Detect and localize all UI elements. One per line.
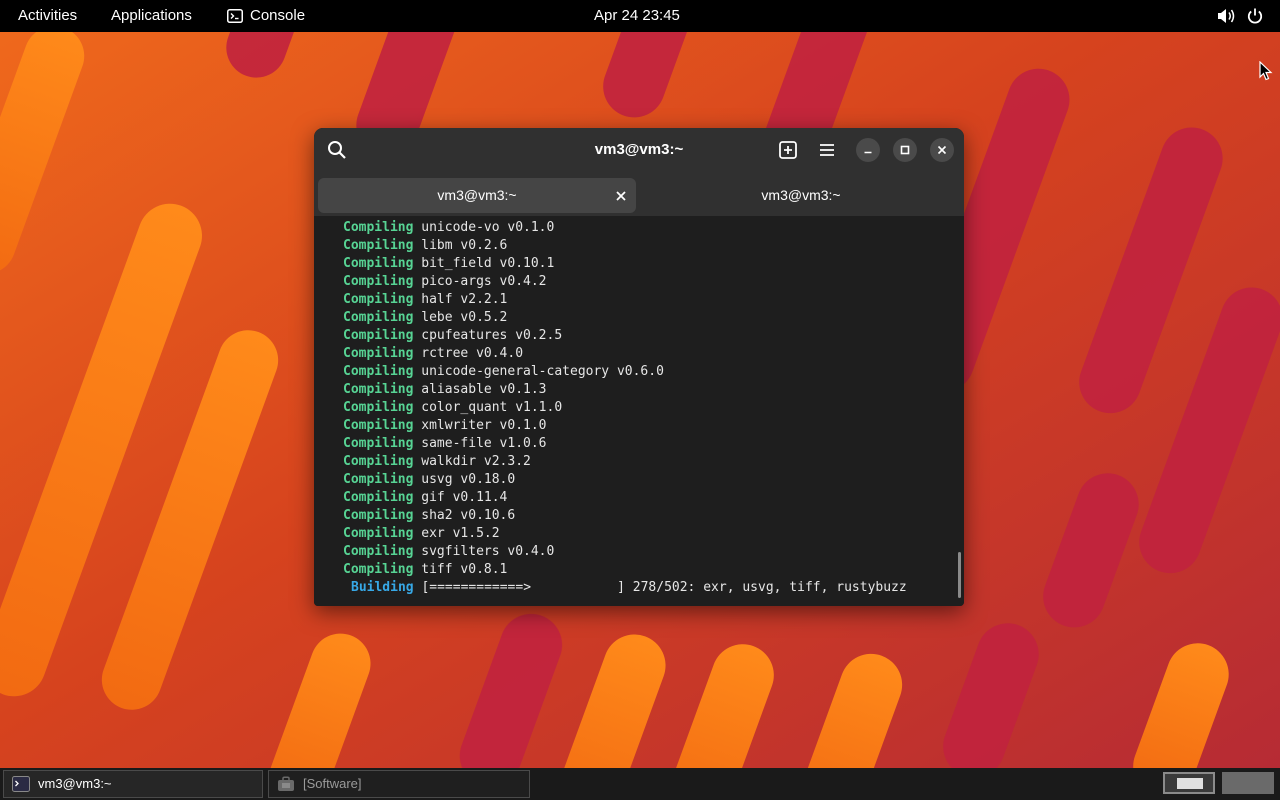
taskbar-item-terminal[interactable]: vm3@vm3:~ <box>3 770 263 798</box>
terminal-line: Compiling usvg v0.18.0 <box>343 472 516 487</box>
terminal-icon <box>12 776 30 792</box>
workspace-2[interactable] <box>1222 772 1274 794</box>
tab-2-label: vm3@vm3:~ <box>761 187 841 203</box>
minimize-icon <box>864 151 872 154</box>
terminal-line: Compiling color_quant v1.1.0 <box>343 400 563 415</box>
terminal-line: Compiling unicode-vo v0.1.0 <box>343 220 555 235</box>
workspace-window-thumbnail <box>1177 778 1203 789</box>
console-label: Console <box>250 7 306 24</box>
terminal-line: Compiling pico-args v0.4.2 <box>343 274 547 289</box>
close-icon <box>937 145 947 155</box>
search-icon[interactable] <box>326 139 348 161</box>
terminal-line: Compiling sha2 v0.10.6 <box>343 508 516 523</box>
terminal-line: Compiling svgfilters v0.4.0 <box>343 544 555 559</box>
software-icon <box>278 776 294 791</box>
terminal-line: Compiling bit_field v0.10.1 <box>343 256 555 271</box>
tab-1[interactable]: vm3@vm3:~ <box>318 178 636 213</box>
terminal-line: Compiling half v2.2.1 <box>343 292 508 307</box>
build-progress-line: Building [============> ] 278/502: exr, … <box>351 580 907 595</box>
terminal-scrollbar[interactable] <box>958 552 961 598</box>
terminal-line: Compiling cpufeatures v0.2.5 <box>343 328 563 343</box>
activities-button[interactable]: Activities <box>18 0 77 32</box>
terminal-line: Compiling rctree v0.4.0 <box>343 346 524 361</box>
console-app-menu[interactable]: Console <box>227 0 305 32</box>
mouse-cursor-icon <box>1259 61 1273 81</box>
power-icon[interactable] <box>1246 7 1264 25</box>
taskbar-item-label: vm3@vm3:~ <box>38 776 112 791</box>
hamburger-menu-icon[interactable] <box>817 140 837 160</box>
maximize-icon <box>900 145 910 155</box>
maximize-button[interactable] <box>893 138 917 162</box>
taskbar-item-label: [Software] <box>303 776 362 791</box>
header-bar[interactable]: vm3@vm3:~ <box>314 128 964 172</box>
console-icon <box>227 9 243 23</box>
terminal-line: Compiling same-file v1.0.6 <box>343 436 547 451</box>
terminal-line: Compiling xmlwriter v0.1.0 <box>343 418 547 433</box>
close-button[interactable] <box>930 138 954 162</box>
top-bar: Activities Applications Console Apr 24 2… <box>0 0 1280 32</box>
workspace-1[interactable] <box>1163 772 1215 794</box>
terminal-window[interactable]: vm3@vm3:~ vm3@vm3:~ vm3@vm3:~ Compiling … <box>314 128 964 606</box>
tab-bar: vm3@vm3:~ vm3@vm3:~ <box>314 172 964 216</box>
terminal-line: Compiling libm v0.2.6 <box>343 238 508 253</box>
applications-menu[interactable]: Applications <box>111 0 192 32</box>
terminal-line: Compiling exr v1.5.2 <box>343 526 500 541</box>
taskbar-item-software[interactable]: [Software] <box>268 770 530 798</box>
minimize-button[interactable] <box>856 138 880 162</box>
clock[interactable]: Apr 24 23:45 <box>594 0 680 32</box>
terminal-line: Compiling lebe v0.5.2 <box>343 310 508 325</box>
new-tab-icon[interactable] <box>778 140 798 160</box>
tab-close-icon[interactable] <box>614 189 628 203</box>
terminal-line: Compiling gif v0.11.4 <box>343 490 508 505</box>
volume-icon[interactable] <box>1216 7 1236 25</box>
terminal-line: Compiling unicode-general-category v0.6.… <box>343 364 664 379</box>
terminal-line: Compiling walkdir v2.3.2 <box>343 454 531 469</box>
window-list-bar: vm3@vm3:~ [Software] <box>0 768 1280 800</box>
tab-2[interactable]: vm3@vm3:~ <box>642 178 960 213</box>
terminal-output[interactable]: Compiling unicode-vo v0.1.0 Compiling li… <box>314 216 964 606</box>
terminal-line: Compiling tiff v0.8.1 <box>343 562 508 577</box>
terminal-line: Compiling aliasable v0.1.3 <box>343 382 547 397</box>
tab-1-label: vm3@vm3:~ <box>437 187 517 203</box>
